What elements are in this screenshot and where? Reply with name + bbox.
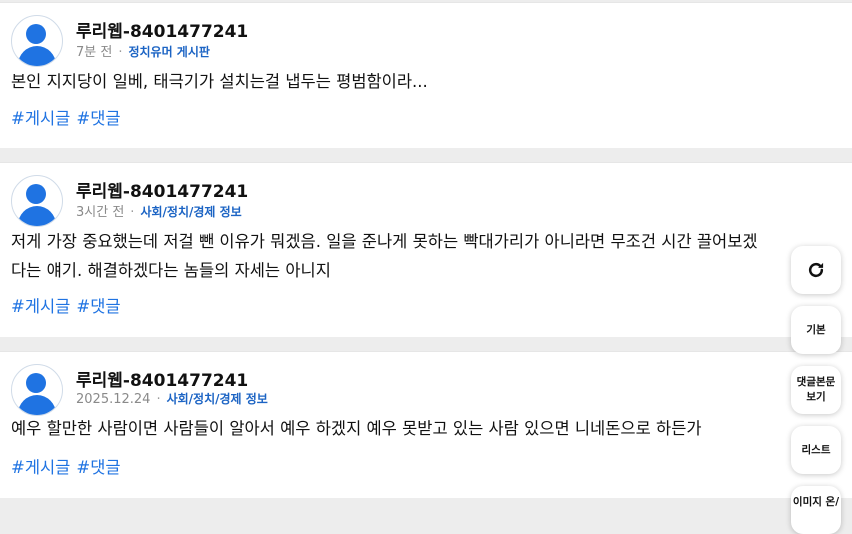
view-comment-body-button[interactable]: 댓글본문 보기 (791, 366, 841, 414)
avatar-head (26, 184, 46, 204)
post-time: 2025.12.24 (76, 392, 151, 407)
post-author[interactable]: 루리웹-8401477241 (76, 177, 248, 202)
tag-post[interactable]: #게시글 (11, 458, 70, 477)
avatar-body (18, 206, 56, 226)
avatar[interactable] (11, 175, 63, 227)
meta-separator: · (118, 45, 123, 60)
board-link[interactable]: 사회/정치/경제 정보 (140, 205, 241, 219)
tag-comment[interactable]: #댓글 (76, 458, 120, 477)
post-author[interactable]: 루리웹-8401477241 (76, 366, 248, 391)
post-tags: #게시글 #댓글 (11, 293, 127, 317)
view-comment-body-label: 댓글본문 보기 (797, 375, 836, 405)
refresh-icon (806, 260, 826, 280)
post-tags: #게시글 #댓글 (11, 454, 127, 478)
post-meta: 2025.12.24 · 사회/정치/경제 정보 (76, 390, 268, 407)
board-link[interactable]: 정치유머 게시판 (128, 45, 209, 59)
post-meta: 3시간 전 · 사회/정치/경제 정보 (76, 201, 242, 220)
post-card: 루리웹-8401477241 7분 전 · 정치유머 게시판 본인 지지당이 일베,… (0, 2, 852, 148)
tag-comment[interactable]: #댓글 (76, 297, 120, 316)
post-author[interactable]: 루리웹-8401477241 (76, 17, 248, 42)
avatar[interactable] (11, 15, 63, 67)
view-list-label: 리스트 (801, 443, 831, 456)
board-link[interactable]: 사회/정치/경제 정보 (167, 392, 268, 406)
post-time: 7분 전 (76, 45, 113, 60)
refresh-button[interactable] (791, 246, 841, 294)
image-toggle-button[interactable]: 이미지 온/ (791, 486, 841, 534)
post-text-line2[interactable]: 다는 얘기. 해결하겠다는 놈들의 자세는 아니지 (11, 256, 851, 285)
avatar-head (26, 373, 46, 393)
post-card: 루리웹-8401477241 3시간 전 · 사회/정치/경제 정보 저게 가장 중… (0, 162, 852, 337)
tag-comment[interactable]: #댓글 (76, 109, 120, 128)
image-toggle-label: 이미지 온/ (792, 496, 840, 508)
post-text[interactable]: 본인 지지당이 일베, 태극기가 설치는걸 냅두는 평범함이라... (11, 67, 851, 96)
post-tags: #게시글 #댓글 (11, 105, 127, 129)
view-comment-body-label-line1: 댓글본문 (796, 376, 836, 388)
post-text[interactable]: 저게 가장 중요했는데 저걸 뺀 이유가 뭐겠음. 일을 준나게 못하는 빡대가… (11, 227, 851, 256)
post-time: 3시간 전 (76, 205, 125, 220)
meta-separator: · (156, 392, 161, 407)
view-list-button[interactable]: 리스트 (791, 426, 841, 474)
avatar-head (26, 24, 46, 44)
avatar-body (18, 395, 56, 415)
avatar[interactable] (11, 364, 63, 416)
avatar-body (18, 46, 56, 66)
tag-post[interactable]: #게시글 (11, 297, 70, 316)
post-card: 루리웹-8401477241 2025.12.24 · 사회/정치/경제 정보 예우… (0, 351, 852, 498)
view-basic-button[interactable]: 기본 (791, 306, 841, 354)
tag-post[interactable]: #게시글 (11, 109, 70, 128)
meta-separator: · (130, 205, 135, 220)
post-text[interactable]: 예우 할만한 사람이면 사람들이 알아서 예우 하겠지 예우 못받고 있는 사람… (11, 414, 851, 443)
view-comment-body-label-line2: 보기 (806, 391, 826, 403)
post-meta: 7분 전 · 정치유머 게시판 (76, 41, 210, 60)
view-basic-label: 기본 (806, 323, 826, 336)
